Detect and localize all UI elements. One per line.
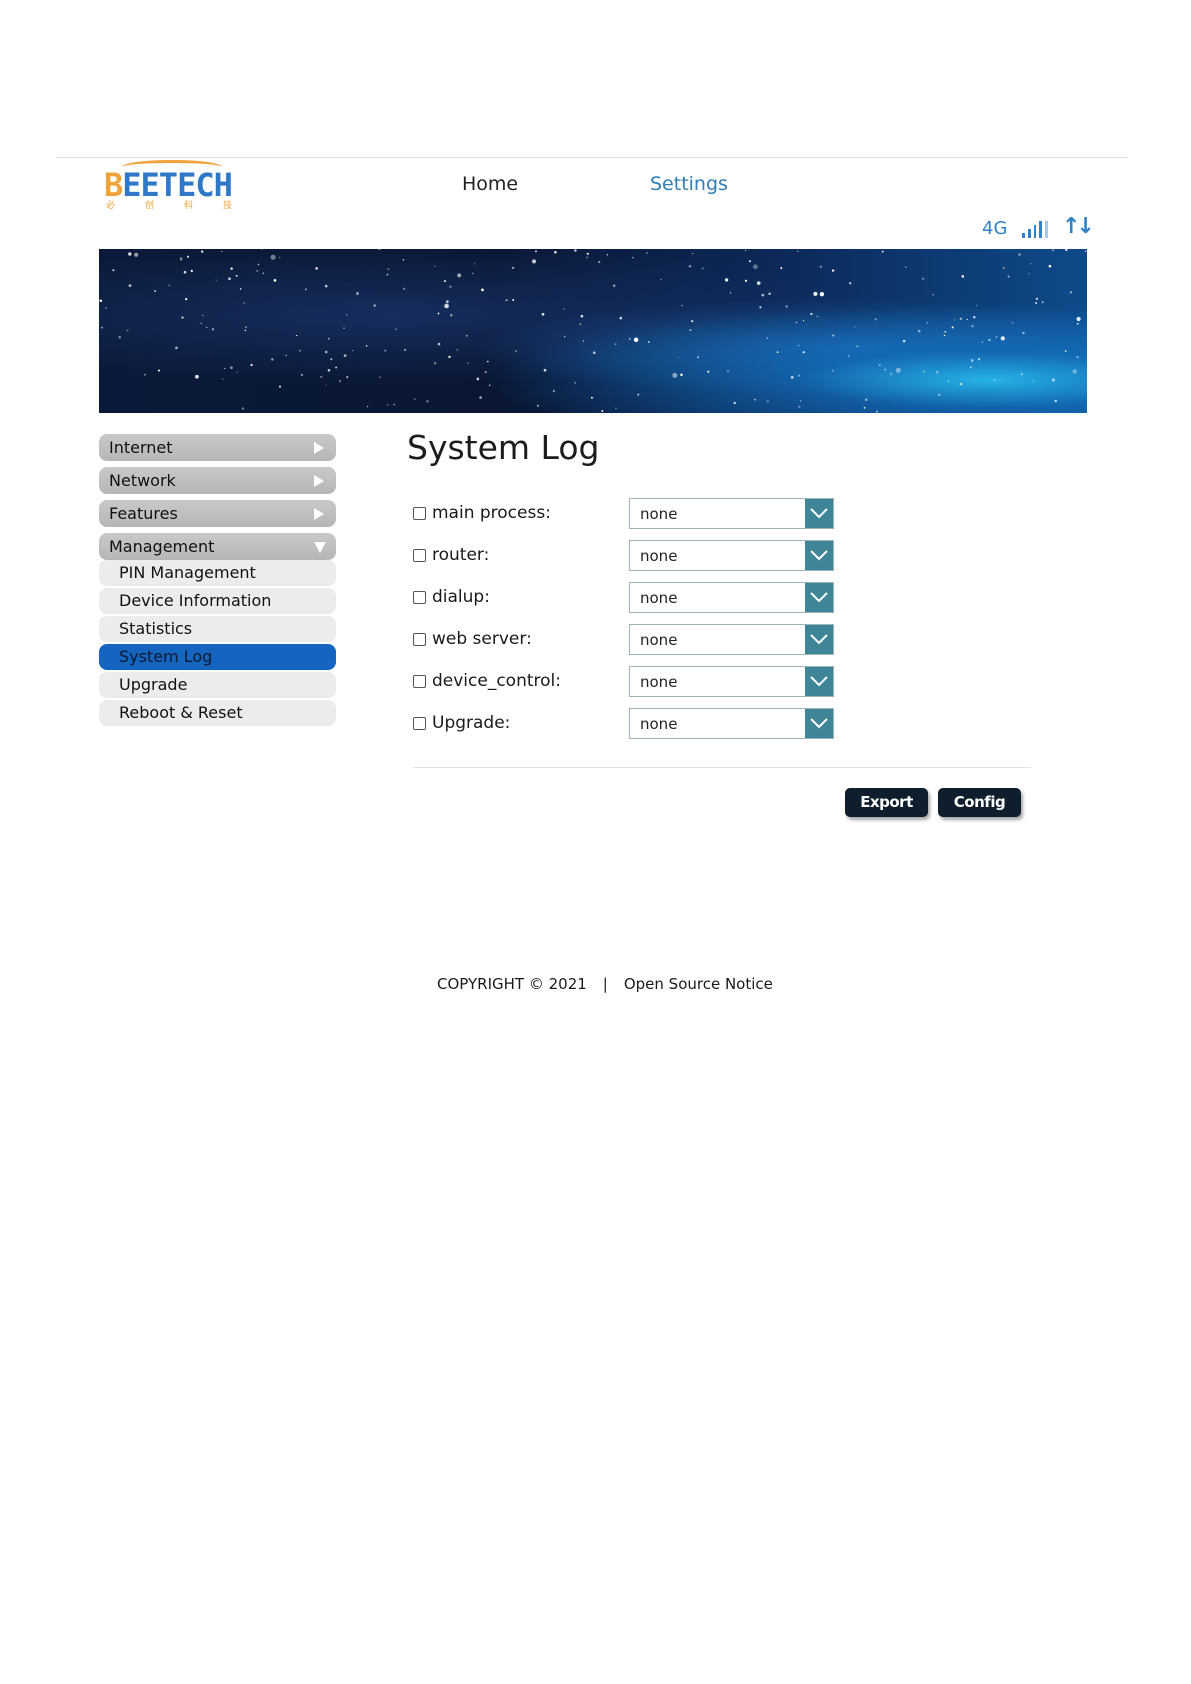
- select-value: none: [640, 673, 678, 691]
- dialup-checkbox[interactable]: [413, 591, 426, 604]
- sidebar-item-label: Management: [109, 537, 215, 556]
- log-row-dialup: dialup: none: [413, 582, 834, 624]
- chevron-down-icon[interactable]: [805, 499, 833, 528]
- dialup-level-select[interactable]: none: [629, 582, 834, 613]
- web-server-checkbox[interactable]: [413, 633, 426, 646]
- up-down-arrows-icon: ↑↓: [1062, 214, 1095, 239]
- main-process-checkbox[interactable]: [413, 507, 426, 520]
- select-value: none: [640, 589, 678, 607]
- open-source-notice-link[interactable]: Open Source Notice: [624, 975, 773, 993]
- starfield-image: [99, 249, 1087, 413]
- config-button[interactable]: Config: [938, 788, 1021, 817]
- chevron-right-icon: [314, 475, 324, 487]
- sidebar-subitem-pin-management[interactable]: PIN Management: [99, 560, 336, 586]
- web-server-label: web server:: [432, 629, 532, 649]
- nav-settings[interactable]: Settings: [650, 173, 728, 195]
- log-row-router: router: none: [413, 540, 834, 582]
- top-divider: [56, 157, 1128, 158]
- upgrade-label: Upgrade:: [432, 713, 511, 733]
- sidebar-item-management[interactable]: Management: [99, 533, 336, 560]
- router-label: router:: [432, 545, 490, 565]
- form-divider: [413, 767, 1031, 768]
- header-banner: [99, 249, 1087, 413]
- log-row-device-control: device_control: none: [413, 666, 834, 708]
- main-process-label: main process:: [432, 503, 551, 523]
- chevron-down-icon[interactable]: [805, 625, 833, 654]
- sidebar-item-label: Features: [109, 504, 178, 523]
- page: BEETECH 必 创 科 技 Home Settings 4G ↑↓ Inte…: [0, 0, 1191, 1684]
- sidebar-subitem-statistics[interactable]: Statistics: [99, 616, 336, 642]
- logo-subtitle: 必 创 科 技: [106, 201, 232, 211]
- footer-separator: |: [602, 975, 608, 993]
- sidebar-item-label: Internet: [109, 438, 173, 457]
- sidebar-item-label: Network: [109, 471, 176, 490]
- chevron-right-icon: [314, 508, 324, 520]
- chevron-down-icon[interactable]: [805, 709, 833, 738]
- select-value: none: [640, 631, 678, 649]
- router-checkbox[interactable]: [413, 549, 426, 562]
- chevron-right-icon: [314, 442, 324, 454]
- sidebar-item-features[interactable]: Features: [99, 500, 336, 527]
- device-control-level-select[interactable]: none: [629, 666, 834, 697]
- log-settings-form: main process: none router: none dialup: …: [413, 498, 834, 750]
- web-server-level-select[interactable]: none: [629, 624, 834, 655]
- export-button[interactable]: Export: [845, 788, 928, 817]
- upgrade-checkbox[interactable]: [413, 717, 426, 730]
- chevron-down-icon: [314, 542, 326, 553]
- log-row-main-process: main process: none: [413, 498, 834, 540]
- page-title: System Log: [407, 428, 600, 467]
- device-control-label: device_control:: [432, 671, 561, 691]
- sidebar-subitem-device-information[interactable]: Device Information: [99, 588, 336, 614]
- main-process-level-select[interactable]: none: [629, 498, 834, 529]
- brand-logo[interactable]: BEETECH 必 创 科 技: [104, 160, 233, 211]
- upgrade-level-select[interactable]: none: [629, 708, 834, 739]
- sidebar-item-internet[interactable]: Internet: [99, 434, 336, 461]
- chevron-down-icon[interactable]: [805, 583, 833, 612]
- select-value: none: [640, 715, 678, 733]
- management-submenu: PIN Management Device Information Statis…: [99, 560, 336, 726]
- sidebar-subitem-system-log[interactable]: System Log: [99, 644, 336, 670]
- chevron-down-icon[interactable]: [805, 667, 833, 696]
- dialup-label: dialup:: [432, 587, 490, 607]
- sidebar: Internet Network Features Management PIN…: [99, 434, 336, 728]
- log-row-upgrade: Upgrade: none: [413, 708, 834, 750]
- sidebar-item-network[interactable]: Network: [99, 467, 336, 494]
- sidebar-subitem-reboot-reset[interactable]: Reboot & Reset: [99, 700, 336, 726]
- log-row-web-server: web server: none: [413, 624, 834, 666]
- footer: COPYRIGHT © 2021 | Open Source Notice: [437, 975, 773, 993]
- sidebar-subitem-upgrade[interactable]: Upgrade: [99, 672, 336, 698]
- select-value: none: [640, 547, 678, 565]
- chevron-down-icon[interactable]: [805, 541, 833, 570]
- router-level-select[interactable]: none: [629, 540, 834, 571]
- signal-bars-icon: [1022, 220, 1048, 238]
- copyright-text: COPYRIGHT © 2021: [437, 975, 587, 993]
- device-control-checkbox[interactable]: [413, 675, 426, 688]
- select-value: none: [640, 505, 678, 523]
- network-type-label: 4G: [982, 218, 1008, 239]
- nav-home[interactable]: Home: [462, 173, 518, 195]
